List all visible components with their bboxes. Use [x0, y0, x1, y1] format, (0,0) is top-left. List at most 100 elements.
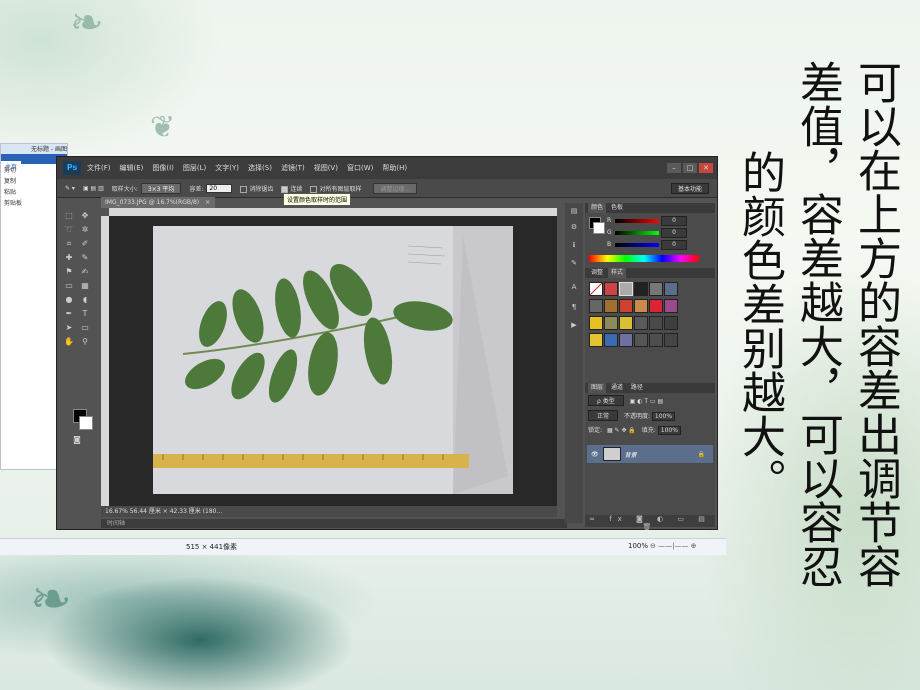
- style-swatch[interactable]: [604, 282, 618, 296]
- layer-kind-select[interactable]: ρ 类型: [588, 395, 624, 406]
- properties-icon[interactable]: ⚙: [569, 223, 579, 233]
- style-swatch[interactable]: [634, 333, 648, 347]
- dodge-tool-icon[interactable]: ◖: [79, 295, 91, 305]
- paragraph-icon[interactable]: ¶: [569, 303, 579, 313]
- style-swatch[interactable]: [589, 299, 603, 313]
- style-swatch[interactable]: [649, 316, 663, 330]
- magic-wand-tool-icon[interactable]: ✲: [79, 225, 91, 235]
- style-swatch[interactable]: [649, 333, 663, 347]
- healing-tool-icon[interactable]: ✚: [63, 253, 75, 263]
- stamp-tool-icon[interactable]: ⚑: [63, 267, 75, 277]
- zoom-tool-icon[interactable]: ⚲: [79, 337, 91, 347]
- sample-size-select[interactable]: 3×3 平均: [140, 182, 182, 194]
- character-icon[interactable]: A: [569, 283, 579, 293]
- tolerance-input[interactable]: 20: [206, 183, 233, 193]
- quick-mask-icon[interactable]: ◙: [71, 435, 83, 445]
- brush-tool-icon[interactable]: ✎: [79, 253, 91, 263]
- refine-edge-button[interactable]: 调整边缘...: [373, 182, 418, 194]
- background-color-swatch[interactable]: [79, 416, 93, 430]
- layer-footer-icons[interactable]: ∞ fx ◙ ◐ ▭ ▤ 🗑: [585, 515, 715, 531]
- move-tool-icon[interactable]: ✥: [79, 211, 91, 221]
- timeline-label[interactable]: 时间轴: [101, 519, 567, 528]
- shape-tool-icon[interactable]: ▭: [79, 323, 91, 333]
- zoom-slider[interactable]: ⊖ ——|—— ⊕: [650, 542, 697, 550]
- minimize-button[interactable]: –: [667, 163, 681, 173]
- contiguous-checkbox[interactable]: 连续: [281, 184, 302, 193]
- layer-row-background[interactable]: 👁 背景 🔒: [587, 445, 713, 463]
- close-icon[interactable]: ×: [205, 199, 210, 206]
- hand-tool-icon[interactable]: ✋: [63, 337, 75, 347]
- style-swatch[interactable]: [604, 299, 618, 313]
- layer-filter-icons[interactable]: ▣ ◐ T ▭ ▤: [630, 398, 664, 405]
- crop-tool-icon[interactable]: ⌗: [63, 239, 75, 249]
- lasso-tool-icon[interactable]: ➰: [63, 225, 75, 235]
- style-swatch[interactable]: [664, 333, 678, 347]
- menu-window[interactable]: 窗口(W): [347, 163, 373, 173]
- tab-styles[interactable]: 样式: [607, 268, 626, 278]
- slider-r[interactable]: R 0: [585, 215, 715, 226]
- menu-type[interactable]: 文字(Y): [215, 163, 239, 173]
- lock-icons[interactable]: ▦ ✎ ✥ 🔒: [607, 427, 636, 434]
- tab-paths[interactable]: 路径: [628, 383, 646, 393]
- menu-layer[interactable]: 图层(L): [183, 163, 206, 173]
- tab-swatches[interactable]: 色板: [608, 203, 626, 213]
- selection-mode-icons[interactable]: ▣ ▤ ▥: [83, 185, 104, 192]
- document-canvas[interactable]: [109, 216, 557, 506]
- style-swatch[interactable]: [604, 316, 618, 330]
- menu-select[interactable]: 选择(S): [248, 163, 272, 173]
- pen-tool-icon[interactable]: ✒: [63, 309, 75, 319]
- menu-help[interactable]: 帮助(H): [382, 163, 407, 173]
- fill-input[interactable]: 100%: [657, 426, 681, 435]
- style-swatch[interactable]: [619, 316, 633, 330]
- blend-mode-select[interactable]: 正常: [588, 410, 619, 421]
- slider-g[interactable]: G 0: [585, 227, 715, 238]
- style-swatch[interactable]: [664, 316, 678, 330]
- style-swatch[interactable]: [604, 333, 618, 347]
- menu-edit[interactable]: 编辑(E): [120, 163, 144, 173]
- tab-channels[interactable]: 通道: [608, 383, 626, 393]
- all-layers-checkbox[interactable]: 对所有图层取样: [310, 184, 361, 193]
- style-swatch[interactable]: [649, 282, 663, 296]
- history-brush-tool-icon[interactable]: ✍: [79, 267, 91, 277]
- style-swatch[interactable]: [649, 299, 663, 313]
- tab-layers[interactable]: 图层: [588, 383, 607, 393]
- color-spectrum[interactable]: [589, 255, 699, 262]
- document-tab[interactable]: IMG_0733.JPG @ 16.7%(RGB/8) ×: [101, 197, 215, 208]
- eye-icon[interactable]: 👁: [591, 451, 599, 458]
- style-swatch[interactable]: [619, 282, 633, 296]
- menu-image[interactable]: 图像(I): [152, 163, 174, 173]
- g-slider[interactable]: [615, 231, 659, 235]
- eyedropper-tool-icon[interactable]: ✐: [79, 239, 91, 249]
- workspace-select[interactable]: 基本功能: [670, 182, 709, 194]
- style-swatch[interactable]: [589, 282, 603, 296]
- style-swatch[interactable]: [589, 316, 603, 330]
- history-icon[interactable]: ▤: [569, 207, 579, 217]
- path-select-tool-icon[interactable]: ➤: [63, 323, 75, 333]
- style-swatch[interactable]: [634, 282, 648, 296]
- style-swatch[interactable]: [634, 316, 648, 330]
- style-swatch[interactable]: [589, 333, 603, 347]
- marquee-tool-icon[interactable]: ⬚: [63, 211, 75, 221]
- style-swatch[interactable]: [664, 299, 678, 313]
- b-slider[interactable]: [615, 243, 659, 247]
- style-swatch[interactable]: [634, 299, 648, 313]
- gradient-tool-icon[interactable]: ▦: [79, 281, 91, 291]
- brush-preset-icon[interactable]: ✎: [569, 259, 579, 269]
- r-value[interactable]: 0: [661, 216, 687, 226]
- antialias-checkbox[interactable]: 消除锯齿: [240, 184, 273, 193]
- style-swatch[interactable]: [664, 282, 678, 296]
- actions-icon[interactable]: ▶: [569, 321, 579, 331]
- menu-file[interactable]: 文件(F): [87, 163, 111, 173]
- slider-b[interactable]: B 0: [585, 239, 715, 250]
- quick-selection-tool-icon[interactable]: ✎ ▾: [65, 185, 75, 192]
- menu-view[interactable]: 视图(V): [314, 163, 338, 173]
- r-slider[interactable]: [615, 219, 659, 223]
- b-value[interactable]: 0: [661, 240, 687, 250]
- opacity-input[interactable]: 100%: [651, 412, 676, 421]
- tab-adjustments[interactable]: 调整: [588, 268, 606, 278]
- close-button[interactable]: ✕: [699, 163, 713, 173]
- eraser-tool-icon[interactable]: ▭: [63, 281, 75, 291]
- info-icon[interactable]: ℹ: [569, 241, 579, 251]
- type-tool-icon[interactable]: T: [79, 309, 91, 319]
- blur-tool-icon[interactable]: ●: [63, 295, 75, 305]
